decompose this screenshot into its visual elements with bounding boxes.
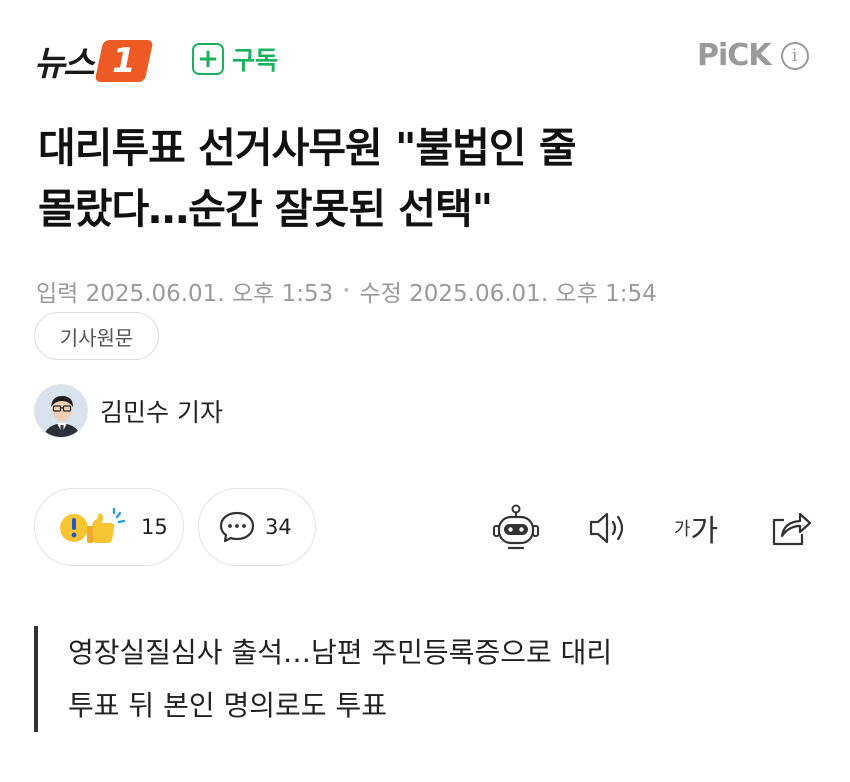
headline-line-1: 대리투표 선거사무원 "불법인 줄 bbox=[38, 124, 577, 172]
pick-badge[interactable]: PiCK i bbox=[697, 38, 809, 73]
share-button[interactable] bbox=[762, 500, 818, 556]
robot-summary-icon bbox=[493, 504, 539, 550]
summary-bot-button[interactable] bbox=[488, 500, 544, 556]
logo-badge: 1 bbox=[94, 39, 154, 82]
speaker-icon bbox=[589, 512, 624, 544]
article-headline: 대리투표 선거사무원 "불법인 줄 몰랐다…순간 잘못된 선택" bbox=[38, 118, 818, 240]
reporter-avatar bbox=[34, 384, 88, 438]
original-article-button[interactable]: 기사원문 bbox=[34, 312, 159, 360]
reaction-emoji-icon bbox=[60, 507, 126, 543]
avatar-icon bbox=[35, 385, 87, 437]
reporter-name: 김민수 기자 bbox=[100, 398, 223, 427]
comment-button[interactable]: 34 bbox=[198, 488, 316, 566]
reporter-info[interactable]: 김민수 기자 bbox=[34, 384, 223, 438]
subscribe-label: 구독 bbox=[232, 46, 279, 75]
font-size-small-label: 가 bbox=[673, 519, 691, 540]
font-size-large-label: 가 bbox=[690, 514, 719, 549]
comment-count: 34 bbox=[265, 515, 292, 539]
comment-icon bbox=[219, 511, 255, 543]
logo-badge-number: 1 bbox=[111, 40, 136, 81]
press-logo[interactable]: 뉴스 1 bbox=[34, 36, 154, 85]
quote-line-2: 투표 뒤 본인 명의로도 투표 bbox=[68, 689, 387, 722]
text-to-speech-button[interactable] bbox=[580, 500, 636, 556]
font-size-icon[interactable]: 가가 bbox=[668, 500, 724, 556]
date-separator: • bbox=[342, 283, 351, 299]
top-bar: 뉴스 1 + 구독 PiCK i bbox=[0, 0, 850, 120]
headline-line-2: 몰랐다…순간 잘못된 선택" bbox=[38, 185, 493, 233]
info-icon[interactable]: i bbox=[780, 41, 809, 70]
reaction-button[interactable]: 15 bbox=[34, 488, 184, 566]
article-summary-quote: 영장실질심사 출석…남편 주민등록증으로 대리 투표 뒤 본인 명의로도 투표 bbox=[34, 626, 794, 732]
subscribe-button[interactable]: + 구독 bbox=[192, 41, 278, 77]
share-icon bbox=[772, 512, 812, 546]
article-dates: 입력 2025.06.01. 오후 1:53 • 수정 2025.06.01. … bbox=[36, 274, 657, 308]
quote-line-1: 영장실질심사 출석…남편 주민등록증으로 대리 bbox=[68, 636, 613, 669]
plus-icon: + bbox=[192, 43, 224, 75]
edit-date: 수정 2025.06.01. 오후 1:54 bbox=[359, 281, 657, 307]
reaction-count: 15 bbox=[141, 515, 168, 539]
pick-label: PiCK bbox=[697, 38, 772, 73]
input-date: 입력 2025.06.01. 오후 1:53 bbox=[36, 281, 334, 307]
logo-text: 뉴스 bbox=[34, 44, 95, 84]
